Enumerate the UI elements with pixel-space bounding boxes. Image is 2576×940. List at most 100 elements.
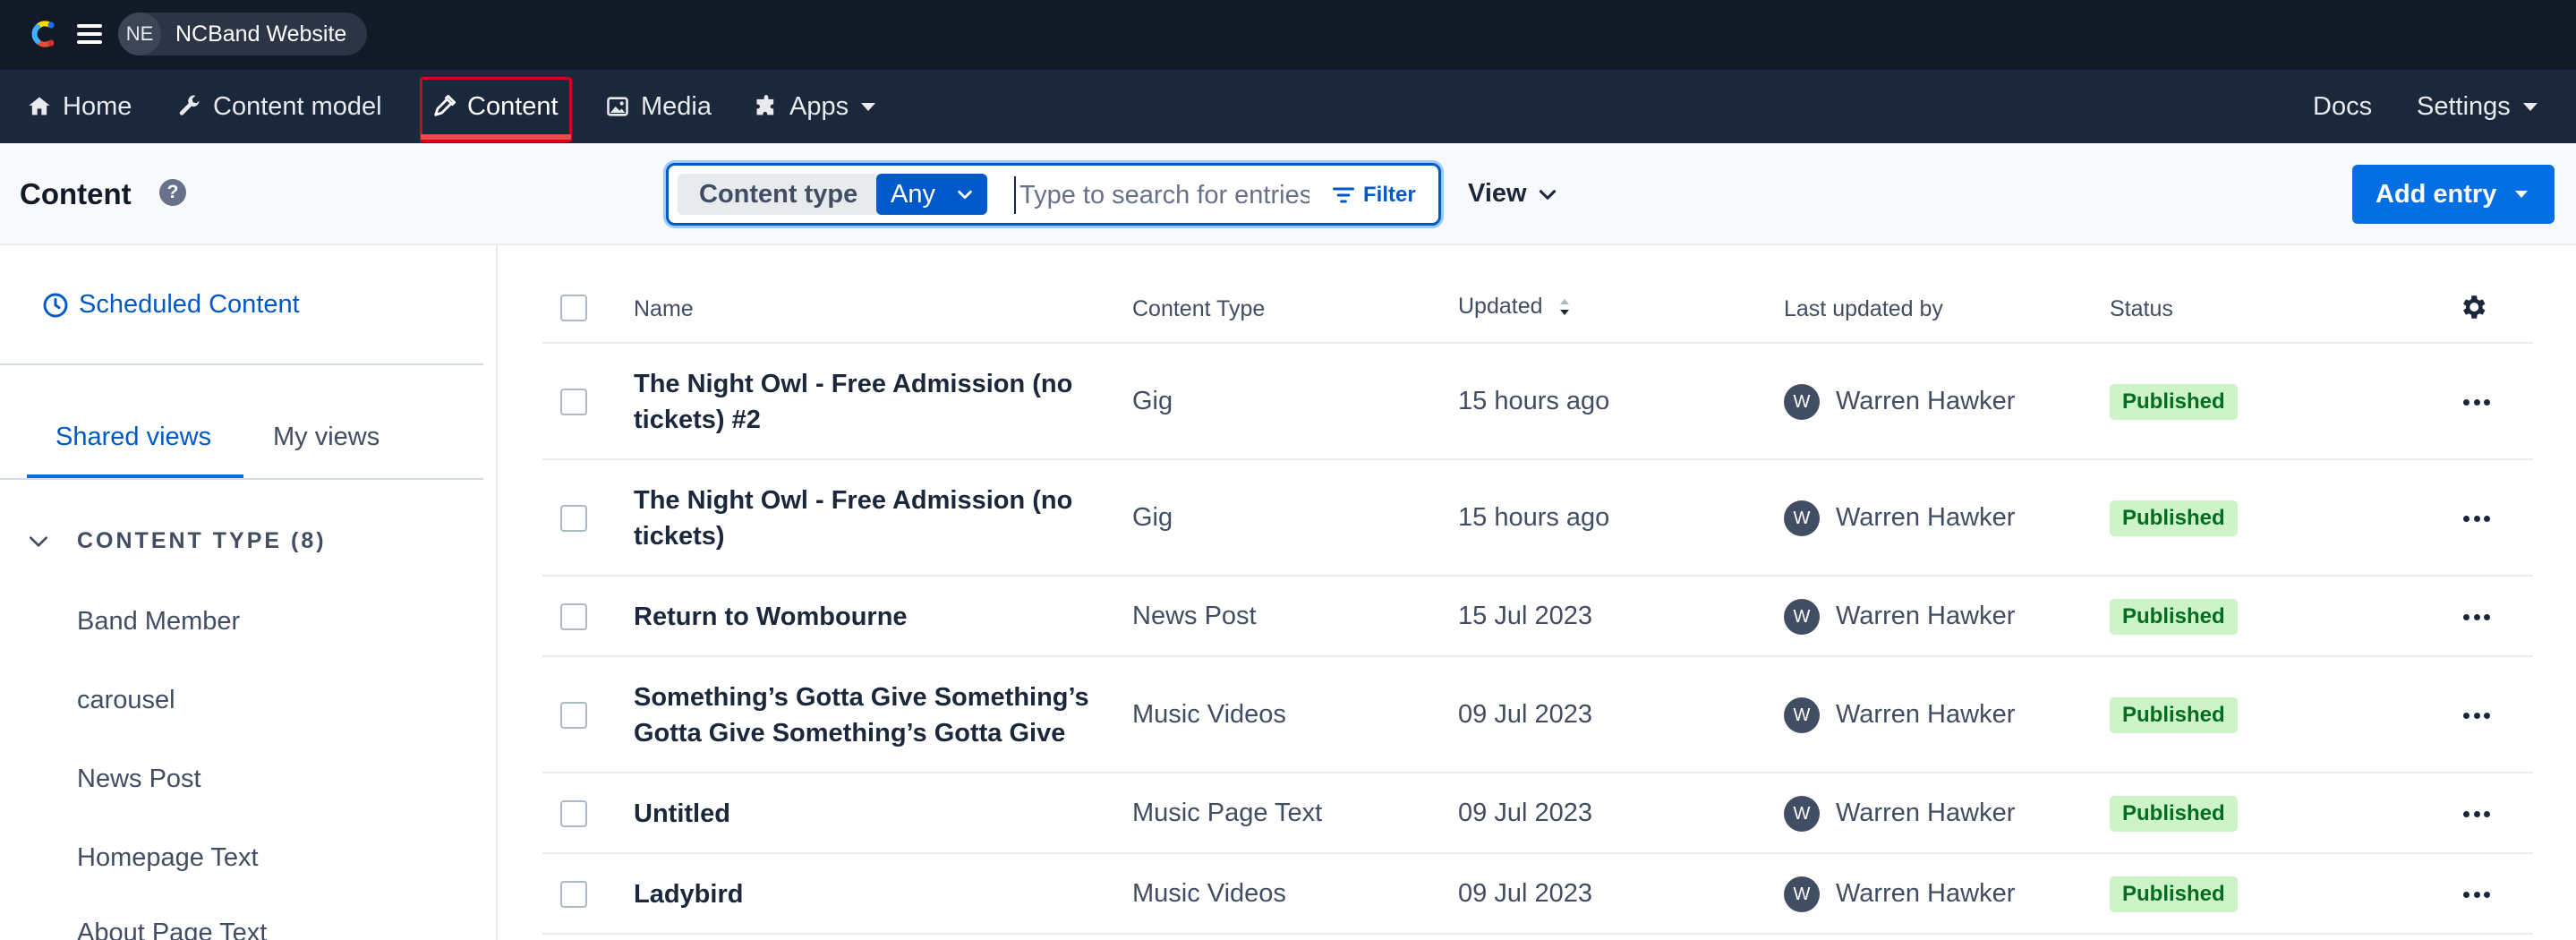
- scheduled-content-link[interactable]: Scheduled Content: [41, 290, 300, 320]
- nav-content[interactable]: Content: [431, 70, 559, 143]
- sidebar-item-carousel[interactable]: carousel: [77, 686, 175, 715]
- entry-updated-by: Warren Hawker: [1836, 602, 2016, 630]
- entry-content-type: Gig: [1132, 503, 1173, 532]
- nav-content-model[interactable]: Content model: [177, 70, 382, 143]
- more-actions-icon[interactable]: [2463, 612, 2490, 621]
- nav-settings-label: Settings: [2417, 91, 2511, 121]
- status-badge: Published: [2110, 697, 2238, 733]
- column-header-last-updated-by[interactable]: Last updated by: [1784, 296, 1943, 322]
- chevron-down-icon: [861, 102, 876, 111]
- table-row[interactable]: Untitled Music Page Text 09 Jul 2023 W W…: [542, 773, 2533, 854]
- filter-button[interactable]: Filter: [1331, 176, 1416, 214]
- entry-name[interactable]: Ladybird: [634, 876, 1099, 912]
- active-nav-underline: [421, 134, 571, 140]
- column-header-status[interactable]: Status: [2110, 296, 2173, 322]
- view-button[interactable]: View: [1468, 179, 1559, 209]
- nav-settings[interactable]: Settings: [2417, 70, 2538, 143]
- column-header-content-type[interactable]: Content Type: [1132, 296, 1265, 322]
- column-header-updated[interactable]: Updated: [1458, 294, 1572, 320]
- menu-icon[interactable]: [77, 24, 102, 44]
- select-all-checkbox[interactable]: [560, 295, 587, 321]
- row-checkbox[interactable]: [560, 881, 587, 908]
- gear-icon[interactable]: [2458, 292, 2488, 322]
- space-avatar: NE: [118, 13, 161, 56]
- add-entry-label: Add entry: [2376, 179, 2497, 209]
- entry-updated-by: Warren Hawker: [1836, 387, 2016, 415]
- entry-content-type: News Post: [1132, 602, 1257, 630]
- row-checkbox[interactable]: [560, 800, 587, 827]
- sidebar-item-about-page-text[interactable]: About Page Text: [77, 919, 267, 940]
- caret-down-icon: [2515, 191, 2528, 198]
- more-actions-icon[interactable]: [2463, 809, 2490, 818]
- user-avatar: W: [1784, 500, 1820, 536]
- entry-updated-by: Warren Hawker: [1836, 879, 2016, 908]
- row-checkbox[interactable]: [560, 389, 587, 415]
- nav-docs[interactable]: Docs: [2313, 70, 2372, 143]
- space-switcher[interactable]: NE NCBand Website: [118, 13, 367, 56]
- image-icon: [607, 97, 628, 116]
- status-badge: Published: [2110, 500, 2238, 536]
- main-nav: [0, 70, 2576, 143]
- divider: [0, 478, 483, 480]
- entry-updated-by: Warren Hawker: [1836, 799, 2016, 827]
- more-actions-icon[interactable]: [2463, 514, 2490, 523]
- table-row[interactable]: Something’s Gotta Give Something’s Gotta…: [542, 657, 2533, 773]
- view-button-label: View: [1468, 179, 1527, 208]
- column-header-name[interactable]: Name: [634, 296, 694, 322]
- more-actions-icon[interactable]: [2463, 711, 2490, 720]
- content-type-group-toggle[interactable]: CONTENT TYPE (8): [27, 528, 327, 554]
- entry-name[interactable]: The Night Owl - Free Admission (no ticke…: [634, 483, 1099, 554]
- filter-icon: [1332, 187, 1355, 203]
- nav-apps-label: Apps: [789, 91, 849, 121]
- sidebar-item-news-post[interactable]: News Post: [77, 765, 201, 794]
- row-checkbox[interactable]: [560, 505, 587, 532]
- content-type-select[interactable]: Any: [876, 174, 987, 215]
- user-avatar: W: [1784, 796, 1820, 832]
- nav-home-label: Home: [63, 91, 132, 121]
- nav-apps[interactable]: Apps: [754, 70, 876, 143]
- entry-updated: 09 Jul 2023: [1458, 700, 1592, 729]
- sidebar-item-homepage-text[interactable]: Homepage Text: [77, 843, 259, 873]
- nav-content-label: Content: [467, 91, 559, 121]
- more-actions-icon[interactable]: [2463, 890, 2490, 899]
- entry-updated: 15 hours ago: [1458, 503, 1610, 532]
- top-bar: NE NCBand Website: [0, 0, 2576, 70]
- search-input[interactable]: [1014, 176, 1309, 214]
- contentful-logo-icon[interactable]: [25, 16, 61, 52]
- user-avatar: W: [1784, 697, 1820, 733]
- table-row[interactable]: The Night Owl - Free Admission (no ticke…: [542, 344, 2533, 460]
- nav-docs-label: Docs: [2313, 91, 2373, 121]
- entry-updated: 15 Jul 2023: [1458, 602, 1592, 630]
- search-bar: Content type Any Filter: [666, 163, 1441, 226]
- entry-name[interactable]: Return to Wombourne: [634, 599, 1099, 635]
- sidebar-item-band-member[interactable]: Band Member: [77, 607, 240, 637]
- row-checkbox[interactable]: [560, 702, 587, 729]
- nav-media[interactable]: Media: [605, 70, 712, 143]
- views-sidebar: Scheduled Content Shared views My views …: [0, 245, 498, 940]
- tab-shared-views[interactable]: Shared views: [55, 423, 211, 452]
- help-icon[interactable]: ?: [159, 179, 186, 206]
- entry-updated-by: Warren Hawker: [1836, 700, 2016, 729]
- entry-updated: 09 Jul 2023: [1458, 799, 1592, 827]
- tab-my-views[interactable]: My views: [273, 423, 380, 452]
- user-avatar: W: [1784, 384, 1820, 420]
- entry-content-type: Gig: [1132, 387, 1173, 415]
- wrench-icon: [179, 95, 200, 115]
- add-entry-button[interactable]: Add entry: [2352, 165, 2555, 224]
- table-row[interactable]: The Night Owl - Free Admission (no ticke…: [542, 460, 2533, 577]
- home-icon: [29, 97, 50, 115]
- content-type-select-value: Any: [891, 179, 935, 209]
- chevron-down-icon: [1539, 189, 1556, 200]
- nav-home[interactable]: Home: [27, 70, 132, 143]
- more-actions-icon[interactable]: [2463, 397, 2490, 406]
- column-header-updated-label: Updated: [1458, 294, 1543, 319]
- status-badge: Published: [2110, 384, 2238, 420]
- table-row[interactable]: Return to Wombourne News Post 15 Jul 202…: [542, 577, 2533, 657]
- table-row[interactable]: Ladybird Music Videos 09 Jul 2023 W Warr…: [542, 854, 2533, 935]
- entry-name[interactable]: Untitled: [634, 796, 1099, 832]
- entry-name[interactable]: The Night Owl - Free Admission (no ticke…: [634, 366, 1099, 438]
- row-checkbox[interactable]: [560, 603, 587, 630]
- content-type-group-label: CONTENT TYPE (8): [77, 528, 327, 553]
- user-avatar: W: [1784, 599, 1820, 635]
- entry-name[interactable]: Something’s Gotta Give Something’s Gotta…: [634, 679, 1099, 751]
